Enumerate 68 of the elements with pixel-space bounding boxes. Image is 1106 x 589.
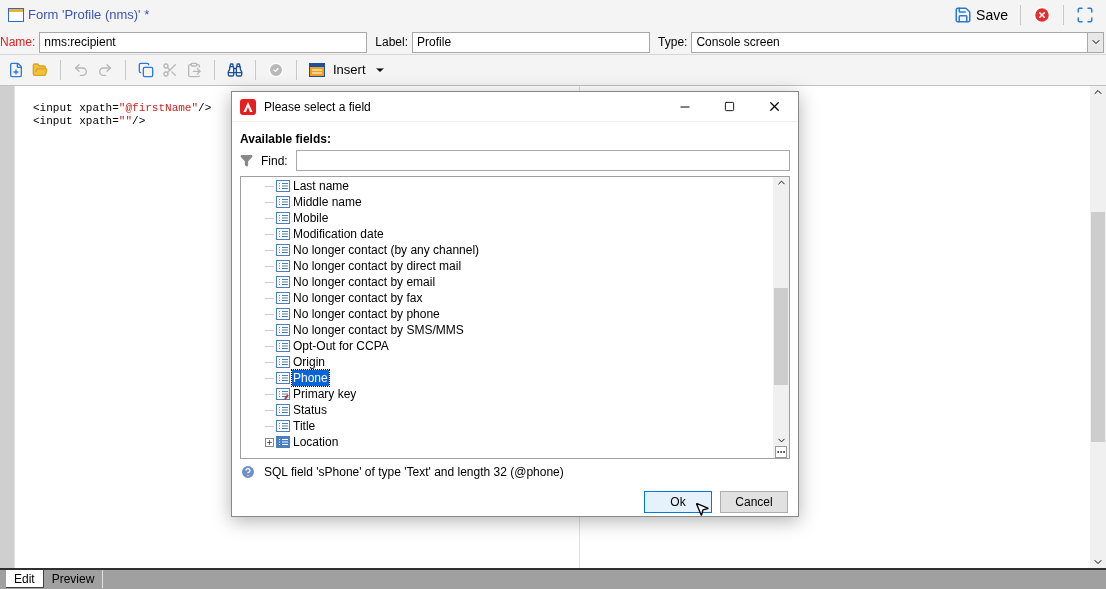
tree-item[interactable]: No longer contact (by any channel): [265, 242, 481, 258]
check-circle-icon[interactable]: [268, 62, 284, 78]
code-line: <input xpath="@firstName"/>: [33, 102, 212, 115]
type-label: Type:: [658, 34, 688, 51]
list-icon: [276, 420, 290, 432]
tree-item[interactable]: Origin: [265, 354, 326, 370]
tree-item[interactable]: Status: [265, 402, 329, 418]
tree-item[interactable]: Opt-Out for CCPA: [265, 338, 390, 354]
list-icon: [276, 180, 290, 192]
section-heading: Available fields:: [240, 131, 332, 148]
binoculars-icon[interactable]: [227, 62, 243, 78]
tree-item[interactable]: Title: [265, 418, 317, 434]
list-icon: [276, 436, 290, 448]
type-dropdown[interactable]: Console screen: [691, 31, 1104, 53]
label-label: Label:: [375, 34, 409, 51]
key-field-icon: [276, 388, 290, 400]
list-icon: [276, 260, 290, 272]
ok-button[interactable]: Ok: [644, 491, 712, 513]
folder-icon[interactable]: [32, 62, 48, 78]
tree-item[interactable]: No longer contact by SMS/MMS: [265, 322, 465, 338]
fullscreen-icon[interactable]: [1076, 6, 1094, 24]
expand-icon[interactable]: [265, 437, 274, 447]
dialog-title: Please select a field: [264, 98, 371, 116]
tree-item[interactable]: Last name: [265, 178, 351, 194]
list-icon: [276, 404, 290, 416]
new-file-icon[interactable]: [8, 62, 24, 78]
tree-item[interactable]: Modification date: [265, 226, 385, 242]
list-icon: [276, 308, 290, 320]
tab[interactable]: Edit: [6, 570, 44, 588]
close-icon[interactable]: [767, 99, 782, 114]
form-icon: [309, 63, 325, 77]
cancel-button[interactable]: Cancel: [720, 491, 788, 513]
tree-item[interactable]: Mobile: [265, 210, 330, 226]
name-field[interactable]: nms:recipient: [39, 31, 368, 53]
tree-item[interactable]: Location: [265, 434, 340, 450]
tree-item[interactable]: No longer contact by email: [265, 274, 437, 290]
list-icon: [276, 212, 290, 224]
tree-item[interactable]: No longer contact by direct mail: [265, 258, 463, 274]
field-info: SQL field 'sPhone' of type 'Text' and length 32 (@phone): [264, 464, 564, 481]
list-icon: [276, 340, 290, 352]
filter-icon: [240, 154, 253, 167]
close-circle-icon[interactable]: [1033, 6, 1051, 24]
list-icon: [276, 292, 290, 304]
code-line: <input xpath=""/>: [33, 115, 146, 128]
label-field[interactable]: Profile: [412, 31, 651, 53]
name-label: Name:: [0, 34, 36, 51]
insert-button[interactable]: Insert: [309, 60, 386, 80]
app-logo-icon: [240, 98, 256, 115]
tab[interactable]: Preview: [43, 570, 104, 588]
list-icon: [276, 372, 290, 384]
help-icon: [240, 464, 256, 480]
list-icon: [276, 244, 290, 256]
tree-item[interactable]: Primary key: [265, 386, 358, 402]
more-icon[interactable]: [775, 446, 787, 458]
copy-icon[interactable]: [138, 62, 154, 78]
list-icon: [276, 228, 290, 240]
maximize-icon[interactable]: [724, 101, 735, 112]
tree-item[interactable]: No longer contact by fax: [265, 290, 424, 306]
find-label: Find:: [261, 152, 288, 170]
list-icon: [276, 276, 290, 288]
window-icon: [8, 8, 24, 22]
window-title: Form 'Profile (nms)' *: [28, 6, 150, 25]
save-button[interactable]: Save: [950, 4, 1012, 26]
list-icon: [276, 324, 290, 336]
list-icon: [276, 356, 290, 368]
list-icon: [276, 196, 290, 208]
tree-item[interactable]: Middle name: [265, 194, 363, 210]
tree-item[interactable]: No longer contact by phone: [265, 306, 441, 322]
